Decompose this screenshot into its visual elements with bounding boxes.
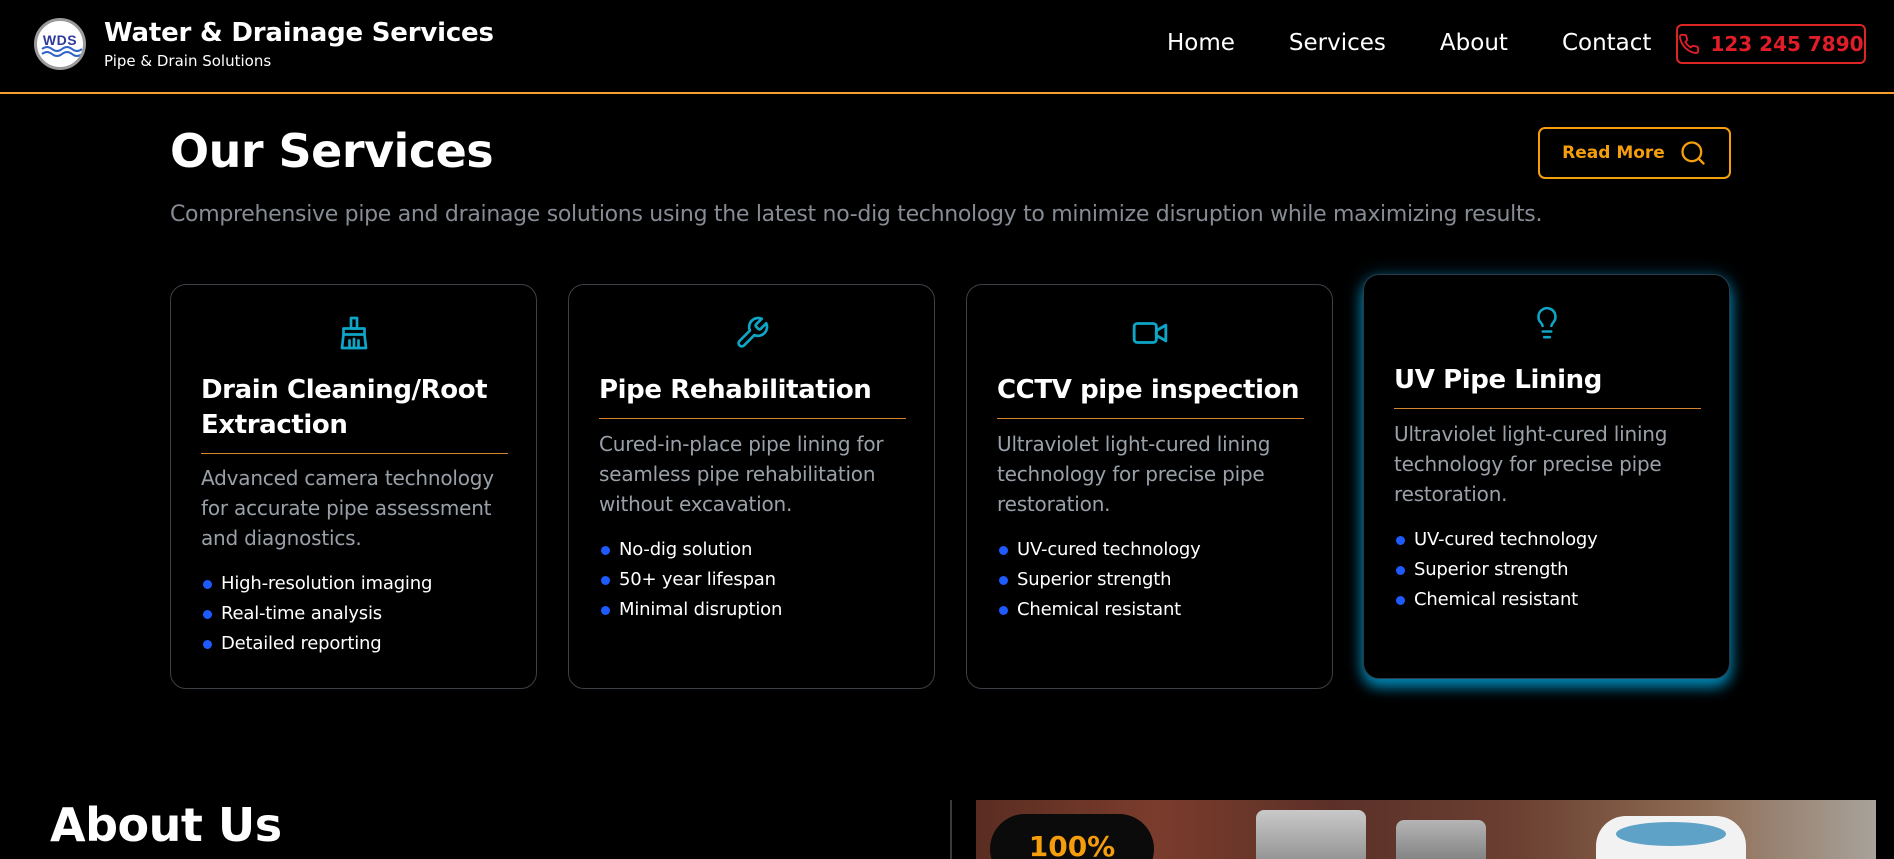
water-wave-icon <box>41 46 83 57</box>
card-title: Pipe Rehabilitation <box>599 373 906 419</box>
list-item: Superior strength <box>1394 555 1704 585</box>
list-item: Chemical resistant <box>997 595 1307 625</box>
pipe-shape <box>1256 810 1366 859</box>
video-camera-icon <box>1130 313 1170 353</box>
pipe-opening <box>1616 822 1726 846</box>
search-icon <box>1681 141 1705 165</box>
stat-badge: 100% <box>990 814 1154 859</box>
feature-list: High-resolution imaging Real-time analys… <box>201 569 511 659</box>
list-item: No-dig solution <box>599 535 909 565</box>
card-description: Cured-in-place pipe lining for seamless … <box>599 432 884 516</box>
nav-contact[interactable]: Contact <box>1562 25 1651 61</box>
list-item: Superior strength <box>997 565 1307 595</box>
pipe-shape <box>1396 820 1486 859</box>
card-title: Drain Cleaning/Root Extraction <box>201 373 508 454</box>
about-image: 100% <box>976 800 1876 859</box>
phone-button[interactable]: 123 245 7890 <box>1676 24 1866 64</box>
service-card-drain-cleaning[interactable]: Drain Cleaning/Root Extraction Advanced … <box>170 284 537 689</box>
services-subtitle: Comprehensive pipe and drainage solution… <box>170 202 1543 227</box>
site-header: WDS Water & Drainage Services Pipe & Dra… <box>0 0 1894 94</box>
list-item: Chemical resistant <box>1394 585 1704 615</box>
feature-list: UV-cured technology Superior strength Ch… <box>1394 525 1704 615</box>
card-title: CCTV pipe inspection <box>997 373 1304 419</box>
brand-link[interactable]: WDS Water & Drainage Services Pipe & Dra… <box>34 18 494 70</box>
nav-home[interactable]: Home <box>1167 25 1235 61</box>
stat-value: 100% <box>1028 830 1116 859</box>
list-item: Real-time analysis <box>201 599 511 629</box>
brand-subtitle: Pipe & Drain Solutions <box>104 52 272 70</box>
list-item: 50+ year lifespan <box>599 565 909 595</box>
phone-icon <box>1679 33 1700 54</box>
service-card-cctv-inspection[interactable]: CCTV pipe inspection Ultraviolet light-c… <box>966 284 1333 689</box>
nav-services[interactable]: Services <box>1289 25 1386 61</box>
card-description: Advanced camera technology for accurate … <box>201 466 494 550</box>
main-nav: Home Services About Contact <box>1167 25 1679 61</box>
list-item: Detailed reporting <box>201 629 511 659</box>
section-divider <box>950 800 952 859</box>
read-more-button[interactable]: Read More <box>1538 127 1731 179</box>
logo: WDS <box>34 18 86 70</box>
lightbulb-icon <box>1527 303 1567 343</box>
brush-icon <box>334 313 374 353</box>
services-title: Our Services <box>170 124 494 178</box>
list-item: High-resolution imaging <box>201 569 511 599</box>
brand-title: Water & Drainage Services <box>104 18 494 48</box>
card-description: Ultraviolet light-cured lining technolog… <box>1394 422 1668 506</box>
card-title: UV Pipe Lining <box>1394 363 1701 409</box>
service-card-pipe-rehabilitation[interactable]: Pipe Rehabilitation Cured-in-place pipe … <box>568 284 935 689</box>
list-item: UV-cured technology <box>1394 525 1704 555</box>
about-title: About Us <box>50 798 282 852</box>
card-description: Ultraviolet light-cured lining technolog… <box>997 432 1271 516</box>
wrench-icon <box>732 313 772 353</box>
list-item: Minimal disruption <box>599 595 909 625</box>
phone-number: 123 245 7890 <box>1710 32 1864 56</box>
service-card-uv-lining[interactable]: UV Pipe Lining Ultraviolet light-cured l… <box>1363 274 1730 679</box>
feature-list: No-dig solution 50+ year lifespan Minima… <box>599 535 909 625</box>
feature-list: UV-cured technology Superior strength Ch… <box>997 535 1307 625</box>
read-more-label: Read More <box>1562 143 1665 163</box>
list-item: UV-cured technology <box>997 535 1307 565</box>
nav-about[interactable]: About <box>1440 25 1508 61</box>
